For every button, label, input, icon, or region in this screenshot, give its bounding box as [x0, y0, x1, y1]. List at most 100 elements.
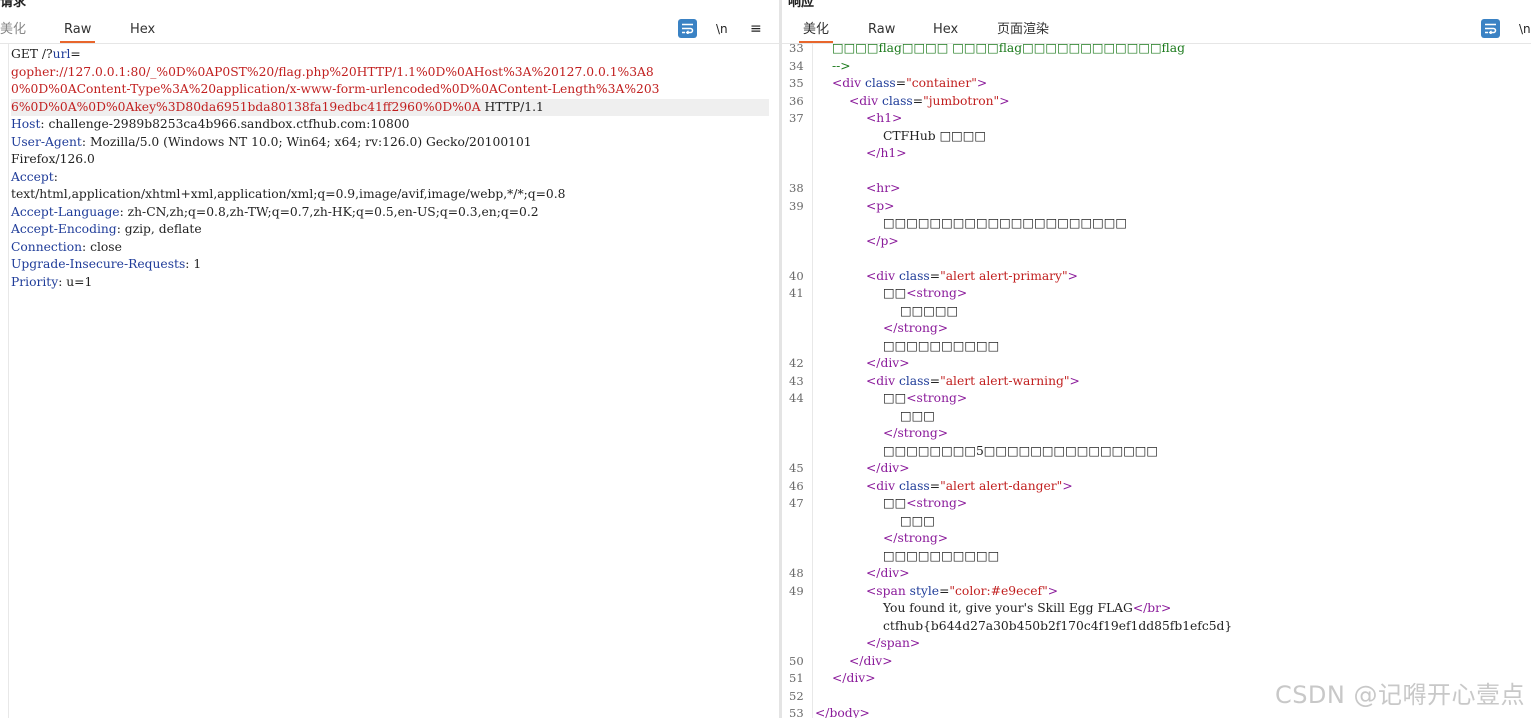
request-menu-icon[interactable]: ≡	[750, 19, 762, 39]
request-editor[interactable]: GET /?url= gopher://127.0.0.1:80/_%0D%0AP…	[0, 44, 779, 718]
code-text: ctfhub{b644d27a30b450b2f170c4f19ef1dd85f…	[883, 618, 1232, 636]
response-tab-hex[interactable]: Hex	[933, 19, 958, 41]
response-tab-pretty[interactable]: 美化	[798, 19, 834, 43]
code-text: </strong>	[883, 320, 948, 338]
response-line: □□□□□□□□□□□□□□□□□□□□□	[782, 215, 1531, 233]
code-text: □□<strong>	[883, 285, 967, 303]
response-line: 34 -->	[782, 58, 1531, 76]
code-token: <strong>	[906, 286, 968, 300]
code-token: </div>	[832, 671, 876, 685]
response-line: ctfhub{b644d27a30b450b2f170c4f19ef1dd85f…	[782, 618, 1531, 636]
code-token: </body>	[815, 706, 870, 718]
code-text: </div>	[866, 565, 910, 583]
code-token: <div	[849, 93, 882, 108]
request-token: : 1	[185, 257, 202, 271]
code-text: <p>	[866, 198, 894, 216]
line-number: 36	[789, 93, 804, 108]
code-token: <div	[832, 76, 865, 90]
code-token: </br>	[1132, 601, 1172, 615]
request-token: 6%0D%0A%0D%0Akey%3D80da6951bda80138fa19e…	[11, 99, 481, 114]
code-text: □□<strong>	[883, 495, 967, 513]
line-number: 51	[789, 671, 804, 685]
code-token: □□□□□□□□□□	[883, 548, 1000, 563]
request-tab-hex[interactable]: Hex	[130, 19, 155, 41]
code-token: ctfhub{b644d27a30b450b2f170c4f19ef1dd85f…	[883, 618, 1233, 633]
code-token: <div	[866, 373, 899, 388]
code-token: <h1>	[866, 111, 903, 125]
request-tabbar: 美化 Raw Hex \n ≡	[0, 17, 779, 44]
response-line: 48 </div>	[782, 565, 1531, 583]
response-line: 42 </div>	[782, 355, 1531, 373]
code-text: <div class="jumbotron">	[849, 93, 1010, 111]
line-number: 37	[789, 111, 804, 125]
request-token: =	[70, 47, 81, 61]
line-number: 49	[789, 583, 804, 598]
request-line: gopher://127.0.0.1:80/_%0D%0AP0ST%20/fla…	[11, 64, 769, 82]
request-line: Host: challenge-2989b8253ca4b966.sandbox…	[11, 116, 769, 134]
line-number: 34	[789, 58, 804, 73]
request-title: 请求	[0, 0, 27, 10]
response-line: 37 <h1>	[782, 110, 1531, 128]
wrap-lines-button[interactable]	[678, 19, 697, 39]
request-token: Accept-Language	[11, 204, 120, 219]
request-line: Priority: u=1	[11, 274, 769, 292]
line-number: 52	[789, 688, 804, 703]
wrap-lines-icon	[678, 19, 697, 38]
code-text: </strong>	[883, 425, 948, 443]
request-token: Connection	[11, 239, 83, 254]
request-line: Connection: close	[11, 239, 769, 257]
request-lines: GET /?url= gopher://127.0.0.1:80/_%0D%0AP…	[11, 46, 769, 291]
code-token: >	[1069, 373, 1080, 388]
response-editor[interactable]: 33 □□□□flag□□□□ □□□□flag□□□□□□□□□□□□flag 3…	[782, 41, 1531, 718]
code-token: class	[898, 268, 930, 283]
line-number: 42	[789, 356, 804, 370]
response-newline-toggle[interactable]: \n	[1519, 19, 1531, 39]
code-token: =	[929, 373, 941, 388]
request-pane: 请求 美化 Raw Hex \n ≡ GET /?url= gopher://12…	[0, 0, 779, 718]
code-text: You found it, give your's Skill Egg FLAG…	[883, 600, 1171, 618]
code-token: "alert alert-warning"	[940, 373, 1070, 388]
request-token: : gzip, deflate	[116, 222, 202, 236]
code-token: <strong>	[906, 391, 968, 405]
request-token: : close	[82, 239, 122, 254]
code-token: <strong>	[906, 496, 968, 510]
code-token: class	[898, 373, 930, 388]
request-line: Accept:	[11, 169, 769, 187]
code-text: </div>	[832, 670, 876, 688]
request-line: 0%0D%0AContent-Type%3A%20application/x-w…	[11, 81, 769, 99]
request-line: User-Agent: Mozilla/5.0 (Windows NT 10.0…	[11, 134, 769, 152]
request-tab-pretty[interactable]: 美化	[0, 19, 26, 41]
code-token: </span>	[866, 636, 921, 650]
request-token: : u=1	[58, 274, 93, 289]
response-title: 响应	[788, 0, 815, 10]
code-token: "alert alert-primary"	[940, 268, 1068, 283]
response-line: 45 </div>	[782, 460, 1531, 478]
request-line: Accept-Encoding: gzip, deflate	[11, 221, 769, 239]
line-number: 38	[789, 181, 804, 195]
response-line: CTFHub □□□□	[782, 128, 1531, 146]
csdn-watermark: CSDN @记嘚开心壹点	[1274, 681, 1525, 709]
code-token: =	[895, 76, 907, 90]
request-token: 0%0D%0AContent-Type%3A%20application/x-w…	[11, 82, 660, 96]
code-token: </h1>	[866, 146, 907, 160]
code-text: </div>	[866, 460, 910, 478]
code-token: >	[1047, 583, 1059, 598]
request-token: GET /?	[11, 47, 53, 61]
code-token: □□	[883, 391, 907, 405]
code-text: <div class="alert alert-warning">	[866, 373, 1080, 391]
request-token: Upgrade-Insecure-Requests	[11, 257, 186, 271]
code-text: <span style="color:#e9ecef">	[866, 583, 1058, 601]
response-line: □□□□□□□□5□□□□□□□□□□□□□□□	[782, 443, 1531, 461]
code-token: <div	[866, 268, 899, 283]
response-wrap-lines-button[interactable]	[1481, 19, 1500, 39]
request-tab-raw[interactable]: Raw	[59, 19, 96, 43]
request-gutter	[0, 44, 9, 718]
code-token: >	[976, 76, 988, 90]
response-line: You found it, give your's Skill Egg FLAG…	[782, 600, 1531, 618]
code-token: You found it, give your's Skill Egg FLAG	[883, 601, 1133, 615]
request-newline-toggle[interactable]: \n	[716, 19, 728, 39]
response-tab-render[interactable]: 页面渲染	[997, 19, 1049, 41]
response-tab-raw[interactable]: Raw	[868, 19, 895, 41]
code-token: =	[929, 478, 941, 493]
request-token: Accept-Encoding	[11, 222, 117, 236]
